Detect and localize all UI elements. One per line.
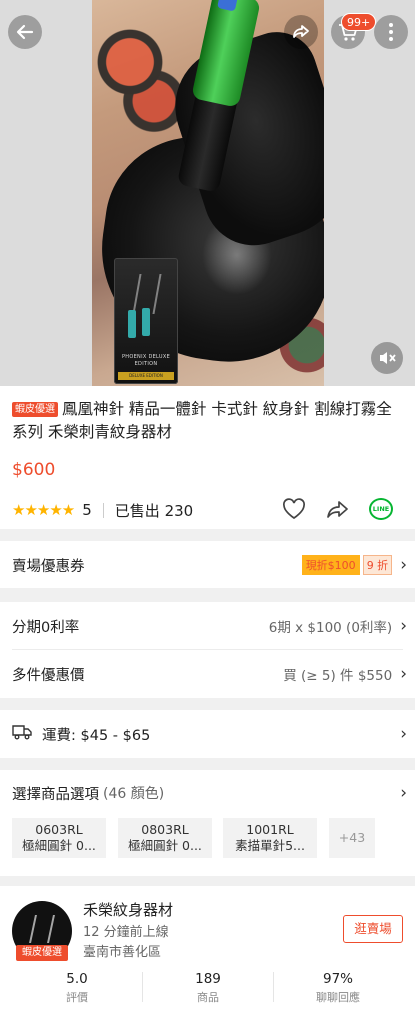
divider: [102, 502, 104, 518]
option-chip[interactable]: 0603RL 極細圓針 0...: [12, 818, 106, 858]
bulk-discount-row[interactable]: 多件優惠價 買 (≥ 5) 件 $550 ›: [12, 662, 407, 686]
box-strip-label: DELUXE EDITION: [118, 372, 174, 380]
chevron-right-icon: ›: [400, 724, 407, 744]
stat-label: 評價: [66, 991, 88, 1004]
share-button[interactable]: [284, 15, 318, 49]
more-options-button[interactable]: +43: [329, 818, 375, 858]
option-code: 0603RL: [35, 822, 83, 837]
share-icon: [327, 501, 348, 518]
product-info: 蝦皮優選 鳳凰神針 精品一體針 卡式針 紋身針 割線打霧全系列 禾榮刺青紋身器材 …: [0, 386, 415, 529]
sold-count: 已售出 230: [114, 501, 194, 520]
truck-icon: [12, 724, 32, 744]
bulk-label: 多件優惠價: [12, 667, 85, 684]
shop-stat-products: 189 商品: [143, 971, 273, 1005]
box-label: PHOENIX DELUXE EDITION: [121, 354, 171, 367]
more-button[interactable]: [374, 15, 408, 49]
options-count: (46 顏色): [103, 786, 165, 802]
chevron-right-icon: ›: [400, 616, 407, 636]
stat-value: 189: [195, 971, 221, 987]
stat-label: 聊聊回應: [316, 991, 360, 1004]
shop-stat-rating: 5.0 評價: [12, 971, 142, 1005]
chevron-right-icon: ›: [400, 555, 407, 575]
installment-label: 分期0利率: [12, 619, 80, 636]
rating-row: ★★★★★ 5 已售出 230 LINE: [12, 498, 407, 522]
line-share-button[interactable]: LINE: [369, 498, 393, 520]
options-section: 選擇商品選項 (46 顏色) › 0603RL 極細圓針 0... 0803RL…: [0, 770, 415, 876]
stat-value: 97%: [322, 971, 353, 987]
option-name: 極細圓針 0...: [128, 838, 202, 853]
chevron-right-icon: ›: [400, 664, 407, 684]
shop-last-online: 12 分鐘前上線: [83, 925, 169, 940]
voucher-badge: 現折$100: [301, 555, 360, 575]
voucher-badge: 9 折: [362, 555, 393, 575]
share-product-button[interactable]: [326, 498, 350, 526]
mute-button[interactable]: [371, 342, 403, 374]
visit-shop-button[interactable]: 逛賣場: [343, 915, 403, 943]
shop-stat-chat-response: 97% 聊聊回應: [273, 971, 403, 1005]
product-media[interactable]: PHOENIX DELUXE EDITION DELUXE EDITION 99…: [0, 0, 415, 386]
installment-value: 6期 x $100 (0利率): [268, 620, 393, 636]
product-price: $600: [12, 460, 56, 480]
shop-mall-badge: 蝦皮優選: [16, 945, 68, 961]
stat-value: 5.0: [66, 971, 88, 987]
option-code: 0803RL: [141, 822, 189, 837]
cart-badge: 99+: [341, 13, 377, 31]
options-label: 選擇商品選項: [12, 786, 99, 803]
more-vertical-icon: [389, 23, 393, 41]
cartridge-icon: [142, 308, 150, 336]
share-icon: [293, 25, 309, 38]
stat-label: 商品: [197, 991, 219, 1004]
voucher-section[interactable]: 賣場優惠券 現折$100 9 折 ›: [0, 541, 415, 588]
shop-section: 蝦皮優選 禾榮紋身器材 12 分鐘前上線 臺南市善化區 逛賣場 5.0 評價 1…: [0, 886, 415, 1024]
needle-cartridge-box: PHOENIX DELUXE EDITION DELUXE EDITION: [114, 258, 178, 384]
shipping-section[interactable]: 運費: $45 - $65 ›: [0, 710, 415, 758]
installment-row[interactable]: 分期0利率 6期 x $100 (0利率) ›: [12, 614, 407, 638]
product-title: 蝦皮優選 鳳凰神針 精品一體針 卡式針 紋身針 割線打霧全系列 禾榮刺青紋身器材: [12, 398, 407, 444]
shop-location: 臺南市善化區: [83, 945, 162, 960]
options-header[interactable]: 選擇商品選項 (46 顏色) ›: [12, 781, 407, 805]
like-button[interactable]: [282, 498, 306, 526]
option-name: 素描單針5...: [235, 838, 305, 853]
mute-icon: [380, 352, 396, 364]
back-button[interactable]: [8, 15, 42, 49]
arrow-left-icon: [16, 24, 34, 40]
divider: [12, 649, 403, 650]
payment-section: 分期0利率 6期 x $100 (0利率) › 多件優惠價 買 (≥ 5) 件 …: [0, 602, 415, 698]
rating-value: 5: [82, 501, 92, 519]
heart-icon: [283, 498, 305, 520]
mall-tag: 蝦皮優選: [12, 402, 58, 417]
chevron-right-icon: ›: [400, 783, 407, 803]
shop-name[interactable]: 禾榮紋身器材: [83, 899, 173, 920]
product-title-text: 鳳凰神針 精品一體針 卡式針 紋身針 割線打霧全系列 禾榮刺青紋身器材: [12, 400, 392, 441]
option-name: 極細圓針 0...: [22, 838, 96, 853]
phoenix-logo-icon: [29, 915, 55, 943]
voucher-label: 賣場優惠券: [12, 558, 85, 575]
option-chip[interactable]: 1001RL 素描單針5...: [223, 818, 317, 858]
option-code: 1001RL: [246, 822, 294, 837]
option-chip[interactable]: 0803RL 極細圓針 0...: [118, 818, 212, 858]
rating-stars-icon: ★★★★★: [12, 501, 75, 519]
shipping-fee: 運費: $45 - $65: [42, 727, 151, 744]
product-video[interactable]: PHOENIX DELUXE EDITION DELUXE EDITION: [92, 0, 324, 386]
cartridge-icon: [128, 310, 136, 338]
bulk-value: 買 (≥ 5) 件 $550: [283, 668, 393, 684]
